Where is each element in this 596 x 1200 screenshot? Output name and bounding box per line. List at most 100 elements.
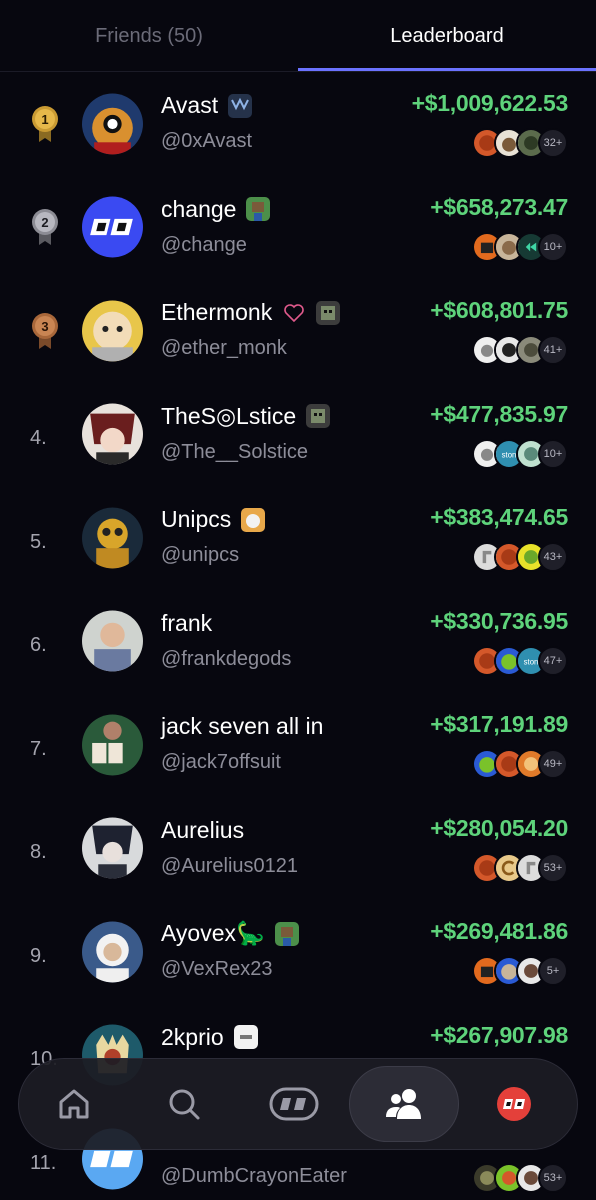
nft-badge-icon	[241, 507, 266, 532]
leaderboard-row[interactable]: 4. TheS◎Lstice @The__Solstice +$477,835.…	[0, 383, 596, 487]
avatar[interactable]	[82, 300, 143, 362]
silver-medal-icon: 2	[30, 207, 60, 247]
token-count: 53+	[538, 1163, 568, 1193]
rank-number: 2	[41, 215, 48, 230]
nft-badge-icon	[233, 1025, 258, 1049]
avatar[interactable]	[82, 817, 143, 879]
user-handle: @jack7offsuit	[161, 751, 281, 773]
token-stack[interactable]: 41+	[472, 335, 568, 365]
token-stack[interactable]: ston 47+	[472, 645, 568, 676]
user-name[interactable]: Ethermonk	[161, 299, 272, 326]
rank-number: 9.	[30, 944, 47, 967]
nav-trade[interactable]	[239, 1066, 349, 1142]
user-name[interactable]: Aurelius	[161, 817, 244, 844]
token-count: 41+	[538, 335, 568, 365]
user-handle: @The__Solstice	[161, 440, 309, 463]
token-stack[interactable]: 43+	[472, 542, 568, 572]
token-label: ston	[502, 450, 517, 459]
bottom-nav	[18, 1058, 578, 1150]
token-stack[interactable]: 53+	[472, 1163, 568, 1193]
nav-home[interactable]	[19, 1066, 129, 1142]
pnl-value: +$608,801.75	[430, 297, 568, 323]
user-name[interactable]: jack seven all in	[161, 713, 323, 740]
avatar[interactable]	[82, 93, 143, 155]
search-icon	[165, 1085, 203, 1123]
user-handle: @unipcs	[161, 544, 240, 566]
avatar[interactable]	[82, 714, 143, 776]
avatar[interactable]	[82, 921, 143, 983]
token-stack[interactable]: 10+	[472, 231, 568, 262]
rank-number: 11.	[30, 1151, 57, 1174]
home-icon	[55, 1085, 93, 1123]
nft-badge-icon	[316, 300, 341, 325]
friends-icon	[384, 1085, 424, 1123]
rank-number: 7.	[30, 737, 47, 760]
nav-profile[interactable]	[459, 1066, 569, 1142]
user-name[interactable]: TheS◎Lstice	[161, 403, 296, 430]
user-name[interactable]: Ayovex🦕	[161, 920, 265, 947]
bronze-medal-icon: 3	[30, 311, 60, 351]
avatar[interactable]	[82, 403, 143, 465]
user-handle: @ether_monk	[161, 337, 287, 359]
leaderboard-row[interactable]: 2 change @change +$658,273.47 10+	[0, 176, 596, 280]
logo-icon	[269, 1085, 319, 1123]
rank-number: 1	[41, 112, 48, 127]
rank-number: 5.	[30, 530, 47, 553]
nav-search[interactable]	[129, 1066, 239, 1142]
pnl-value: +$477,835.97	[430, 400, 568, 427]
token-count: 43+	[538, 542, 568, 572]
pnl-value: +$658,273.47	[430, 193, 568, 220]
profile-icon	[495, 1085, 533, 1123]
avatar[interactable]	[82, 610, 143, 672]
user-name[interactable]: frank	[161, 610, 212, 637]
nft-badge-icon	[274, 921, 299, 946]
leaderboard-list: 1 Avast @0xAvast +$1,009,622.53 32+ 2 ch…	[0, 72, 596, 1200]
user-name[interactable]: change	[161, 196, 236, 223]
pnl-value: +$383,474.65	[430, 504, 568, 530]
user-handle: @0xAvast	[161, 130, 253, 152]
user-name[interactable]: Unipcs	[161, 506, 231, 533]
token-stack[interactable]: 32+	[472, 128, 568, 158]
gold-medal-icon: 1	[30, 104, 60, 144]
avatar[interactable]	[82, 196, 143, 258]
token-count: 5+	[538, 956, 568, 986]
leaderboard-row[interactable]: 6. frank @frankdegods +$330,736.95 ston …	[0, 590, 596, 694]
token-stack[interactable]: 5+	[472, 956, 568, 986]
token-count: 47+	[538, 645, 568, 676]
tab-leaderboard[interactable]: Leaderboard	[298, 0, 596, 72]
rank-number: 8.	[30, 841, 47, 864]
heart-outline-icon	[282, 301, 306, 325]
token-count: 53+	[538, 852, 568, 883]
user-name[interactable]: Avast	[161, 92, 218, 119]
leaderboard-row[interactable]: 3 Ethermonk @ether_monk +$608,801.75 41+	[0, 279, 596, 383]
token-count: 10+	[538, 231, 568, 262]
pnl-value: +$330,736.95	[430, 607, 568, 634]
leaderboard-row[interactable]: 1 Avast @0xAvast +$1,009,622.53 32+	[0, 72, 596, 176]
pnl-value: +$269,481.86	[430, 918, 568, 944]
leaderboard-row[interactable]: 5. Unipcs @unipcs +$383,474.65 43+	[0, 486, 596, 590]
token-count: 32+	[538, 128, 568, 158]
user-handle: @Aurelius0121	[161, 854, 299, 877]
token-stack[interactable]: ston 10+	[472, 438, 568, 469]
user-handle: @change	[161, 233, 247, 256]
tab-friends[interactable]: Friends (50)	[0, 0, 298, 72]
avatar[interactable]	[82, 507, 143, 569]
token-count: 49+	[538, 749, 568, 779]
nav-friends[interactable]	[349, 1066, 459, 1142]
tab-bar: Friends (50) Leaderboard	[0, 0, 596, 72]
pnl-value: +$317,191.89	[430, 711, 568, 737]
leaderboard-row[interactable]: 9. Ayovex🦕 @VexRex23 +$269,481.86 5+	[0, 900, 596, 1004]
token-stack[interactable]: 53+	[472, 852, 568, 883]
nft-badge-icon	[306, 404, 331, 428]
token-label: ston	[524, 657, 539, 666]
pnl-value: +$267,907.98	[430, 1021, 568, 1048]
leaderboard-row[interactable]: 7. jack seven all in @jack7offsuit +$317…	[0, 693, 596, 797]
user-handle: @DumbCrayonEater	[161, 1165, 347, 1187]
user-handle: @VexRex23	[161, 958, 273, 980]
token-stack[interactable]: 49+	[472, 749, 568, 779]
leaderboard-row[interactable]: 8. Aurelius @Aurelius0121 +$280,054.20 5…	[0, 797, 596, 901]
token-count: 10+	[538, 438, 568, 469]
pnl-value: +$1,009,622.53	[411, 90, 569, 116]
active-tab-indicator	[298, 68, 596, 71]
user-name[interactable]: 2kprio	[161, 1024, 224, 1051]
